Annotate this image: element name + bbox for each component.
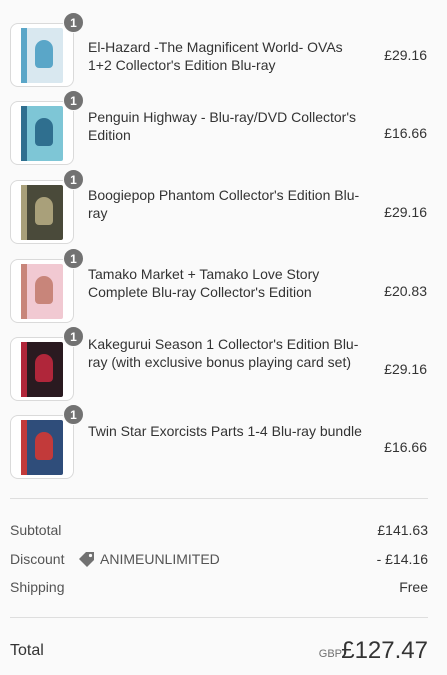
discount-row: Discount ANIMEUNLIMITED - £14.16 — [10, 549, 428, 569]
product-thumbnail — [10, 101, 74, 165]
shipping-row: Shipping Free — [10, 577, 428, 597]
product-price: £29.16 — [384, 204, 427, 220]
shipping-label: Shipping — [10, 579, 65, 595]
product-thumbnail — [10, 415, 74, 479]
quantity-badge: 1 — [63, 248, 84, 269]
product-thumbnail — [10, 180, 74, 244]
line-item: 1 El-Hazard -The Magnificent World- OVAs… — [0, 12, 447, 89]
discount-label: Discount — [10, 551, 65, 567]
currency-code: GBP — [318, 648, 342, 660]
discount-code: ANIMEUNLIMITED — [100, 551, 220, 567]
discount-value: - £14.16 — [376, 551, 428, 567]
tag-icon — [79, 552, 94, 567]
total-divider — [10, 617, 428, 618]
line-item: 1 Boogiepop Phantom Collector's Edition … — [0, 169, 447, 246]
product-thumbnail — [10, 259, 74, 323]
quantity-badge: 1 — [63, 404, 84, 425]
quantity-badge: 1 — [63, 169, 84, 190]
total-row: Total GBP £127.47 — [10, 637, 428, 668]
quantity-badge: 1 — [63, 326, 84, 347]
product-title: Penguin Highway - Blu-ray/DVD Collector'… — [88, 109, 356, 143]
summary-divider — [10, 498, 428, 499]
product-title: Twin Star Exorcists Parts 1-4 Blu-ray bu… — [88, 423, 362, 439]
product-price: £29.16 — [384, 47, 427, 63]
product-thumbnail — [10, 337, 74, 401]
subtotal-value: £141.63 — [377, 522, 428, 538]
line-item: 1 Tamako Market + Tamako Love Story Comp… — [0, 248, 447, 325]
quantity-badge: 1 — [63, 12, 84, 33]
line-item: 1 Twin Star Exorcists Parts 1-4 Blu-ray … — [0, 404, 447, 481]
product-title: El-Hazard -The Magnificent World- OVAs 1… — [88, 39, 343, 73]
product-price: £20.83 — [384, 283, 427, 299]
product-price: £29.16 — [384, 361, 427, 377]
quantity-badge: 1 — [63, 90, 84, 111]
shipping-value: Free — [399, 579, 428, 595]
product-title: Boogiepop Phantom Collector's Edition Bl… — [88, 187, 360, 221]
product-price: £16.66 — [384, 125, 427, 141]
product-thumbnail — [10, 23, 74, 87]
line-item: 1 Kakegurui Season 1 Collector's Edition… — [0, 326, 447, 403]
line-item: 1 Penguin Highway - Blu-ray/DVD Collecto… — [0, 90, 447, 167]
product-title: Kakegurui Season 1 Collector's Edition B… — [88, 336, 359, 370]
total-amount: £127.47 — [341, 637, 428, 664]
total-label: Total — [10, 642, 44, 659]
subtotal-row: Subtotal £141.63 — [10, 520, 428, 540]
subtotal-label: Subtotal — [10, 522, 62, 538]
product-price: £16.66 — [384, 439, 427, 455]
product-title: Tamako Market + Tamako Love Story Comple… — [88, 266, 320, 300]
